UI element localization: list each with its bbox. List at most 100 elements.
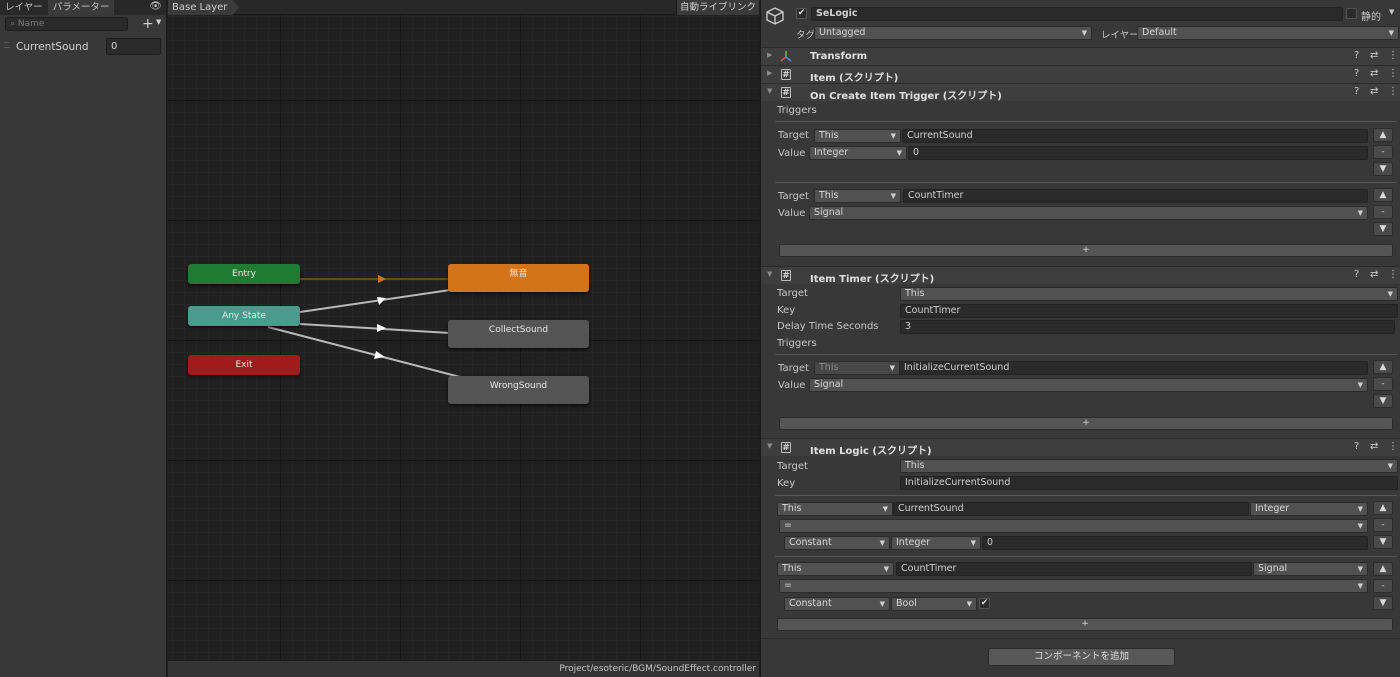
tab-layers[interactable]: レイヤー [0,0,48,15]
condition-type-dropdown[interactable]: Signal ▼ [1253,562,1368,576]
more-icon[interactable]: ⋮ [1388,50,1398,61]
add-condition-button[interactable]: + [777,618,1393,631]
move-up-button[interactable]: ▲ [1373,562,1393,576]
active-checkbox[interactable]: ✔ [796,8,807,19]
key-field[interactable]: InitializeCurrentSound [900,476,1398,490]
add-component-button[interactable]: コンポーネントを追加 [988,648,1175,666]
source-dropdown[interactable]: Constant ▼ [784,536,890,550]
add-trigger-button[interactable]: + [779,244,1393,257]
value-field[interactable]: 0 [908,146,1368,160]
condition-target-dropdown[interactable]: This ▼ [777,562,894,576]
more-icon[interactable]: ⋮ [1388,441,1398,452]
component-header-logic[interactable]: ▼ # Item Logic (スクリプト) ? ⇄ ⋮ [761,438,1400,457]
settings-icon[interactable]: ⇄ [1370,68,1378,79]
settings-icon[interactable]: ⇄ [1370,86,1378,97]
add-trigger-button[interactable]: + [779,417,1393,430]
help-icon[interactable]: ? [1354,269,1359,280]
type-dropdown[interactable]: Integer ▼ [809,146,907,160]
bool-checkbox[interactable]: ✔ [979,598,990,609]
delay-field[interactable]: 3 [900,320,1395,334]
operator-dropdown[interactable]: = ▼ [779,519,1368,533]
condition-key-field[interactable]: CurrentSound [893,502,1249,516]
remove-button[interactable]: - [1373,377,1393,391]
target-dropdown[interactable]: This ▼ [814,129,901,143]
remove-button[interactable]: - [1373,205,1393,219]
move-up-button[interactable]: ▲ [1373,128,1393,142]
search-input[interactable]: ⌕ Name [5,17,128,31]
target-dropdown[interactable]: This ▼ [900,287,1398,301]
move-down-button[interactable]: ▼ [1373,222,1393,236]
eye-icon[interactable]: 👁 [149,1,162,12]
search-row: ⌕ Name + ▼ [0,16,166,34]
static-checkbox[interactable] [1346,8,1357,19]
help-icon[interactable]: ? [1354,68,1359,79]
target-dropdown[interactable]: This ▼ [814,189,901,203]
condition-target-dropdown[interactable]: This ▼ [777,502,893,516]
key-field[interactable]: InitializeCurrentSound [899,361,1368,375]
chevron-down-icon: ▼ [879,600,885,608]
settings-icon[interactable]: ⇄ [1370,441,1378,452]
collapse-arrow-icon[interactable]: ▼ [767,270,772,278]
target-dropdown[interactable]: This ▼ [900,459,1398,473]
layer-dropdown[interactable]: Default ▼ [1137,26,1399,40]
expand-arrow-icon[interactable]: ▶ [767,69,772,77]
value-type-dropdown[interactable]: Bool ▼ [891,597,977,611]
constant-value-field[interactable]: 0 [982,536,1368,550]
operator-dropdown[interactable]: = ▼ [779,579,1368,593]
transition-anystate-collect[interactable] [299,323,451,334]
chevron-down-icon: ▼ [1387,462,1393,470]
move-down-button[interactable]: ▼ [1373,596,1393,610]
expand-arrow-icon[interactable]: ▶ [767,51,772,59]
transition-anystate-silent[interactable] [299,289,451,313]
more-icon[interactable]: ⋮ [1388,68,1398,79]
exit-node[interactable]: Exit [188,355,300,375]
settings-icon[interactable]: ⇄ [1370,50,1378,61]
component-header-on-create[interactable]: ▼ # On Create Item Trigger (スクリプト) ? ⇄ ⋮ [761,83,1400,102]
collapse-arrow-icon[interactable]: ▼ [767,87,772,95]
object-name-field[interactable]: SeLogic [811,7,1343,21]
value-type-dropdown[interactable]: Integer ▼ [891,536,981,550]
type-dropdown[interactable]: Signal ▼ [809,378,1368,392]
key-field[interactable]: CountTimer [900,304,1398,318]
parameter-value-field[interactable]: 0 [106,38,161,55]
remove-button[interactable]: - [1373,579,1393,593]
condition-type-dropdown[interactable]: Integer ▼ [1250,502,1368,516]
drag-handle-icon[interactable] [4,42,10,48]
parameter-row[interactable]: CurrentSound 0 [0,37,166,57]
more-icon[interactable]: ⋮ [1388,86,1398,97]
help-icon[interactable]: ? [1354,50,1359,61]
help-icon[interactable]: ? [1354,441,1359,452]
tab-parameters[interactable]: パラメーター [47,0,115,15]
type-dropdown[interactable]: Signal ▼ [809,206,1368,220]
animator-graph[interactable]: Base Layer 自動ライブリンク Entry Any State Exit… [168,0,759,677]
help-icon[interactable]: ? [1354,86,1359,97]
source-dropdown[interactable]: Constant ▼ [784,597,890,611]
component-header-timer[interactable]: ▼ # Item Timer (スクリプト) ? ⇄ ⋮ [761,266,1400,285]
move-down-button[interactable]: ▼ [1373,162,1393,176]
target-dropdown[interactable]: This ▼ [814,361,900,375]
move-up-button[interactable]: ▲ [1373,360,1393,374]
component-header-transform[interactable]: ▶ Transform ? ⇄ ⋮ [761,47,1400,65]
key-field[interactable]: CountTimer [903,189,1368,203]
key-field[interactable]: CurrentSound [902,129,1368,143]
state-node-silent[interactable]: 無音 [448,264,589,292]
move-down-button[interactable]: ▼ [1373,535,1393,549]
any-state-node[interactable]: Any State [188,306,300,326]
state-node-collect[interactable]: CollectSound [448,320,589,348]
settings-icon[interactable]: ⇄ [1370,269,1378,280]
tag-dropdown[interactable]: Untagged ▼ [814,26,1092,40]
entry-node[interactable]: Entry [188,264,300,284]
chevron-down-icon[interactable]: ▼ [1389,8,1394,16]
state-node-wrong[interactable]: WrongSound [448,376,589,404]
chevron-down-icon[interactable]: ▼ [156,18,161,26]
remove-button[interactable]: - [1373,145,1393,159]
condition-key-field[interactable]: CountTimer [896,562,1252,576]
move-up-button[interactable]: ▲ [1373,501,1393,515]
add-parameter-button[interactable]: + [142,16,154,32]
component-header-item[interactable]: ▶ # Item (スクリプト) ? ⇄ ⋮ [761,65,1400,84]
collapse-arrow-icon[interactable]: ▼ [767,442,772,450]
move-down-button[interactable]: ▼ [1373,394,1393,408]
more-icon[interactable]: ⋮ [1388,269,1398,280]
remove-button[interactable]: - [1373,518,1393,532]
move-up-button[interactable]: ▲ [1373,188,1393,202]
